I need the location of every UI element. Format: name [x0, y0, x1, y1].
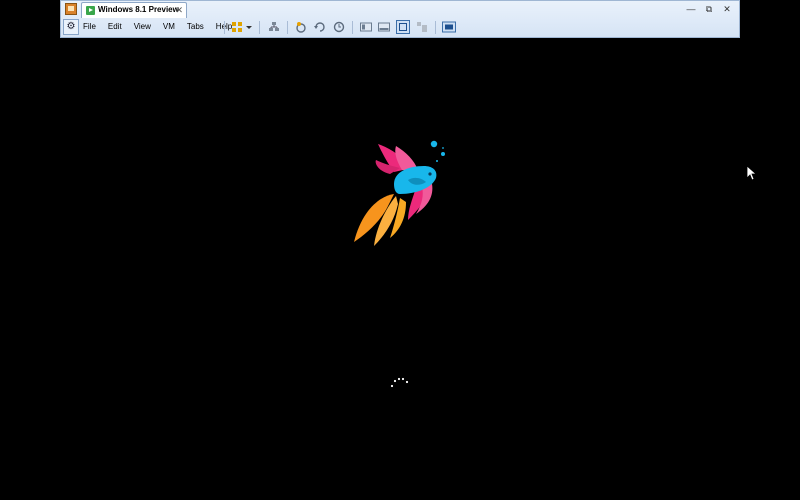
tab-close-button[interactable]: ✕ [175, 4, 183, 16]
toolbar-separator [224, 21, 225, 34]
menu-tabs[interactable]: Tabs [187, 22, 204, 31]
menu-file[interactable]: File [83, 22, 96, 31]
restore-button[interactable]: ⧉ [703, 3, 715, 15]
mouse-cursor-icon [746, 165, 758, 181]
toolbar-separator [435, 21, 436, 34]
menu-view[interactable]: View [134, 22, 151, 31]
menu-edit[interactable]: Edit [108, 22, 122, 31]
full-screen-icon[interactable] [396, 20, 410, 34]
revert-snapshot-icon[interactable] [314, 21, 326, 33]
menu-vm[interactable]: VM [163, 22, 175, 31]
thumbnail-view-icon[interactable] [378, 21, 390, 33]
vmware-window: Windows 8.1 Preview ✕ — ⧉ ✕ ⚙ File Edit … [60, 0, 740, 38]
tab-windows-81-preview[interactable]: Windows 8.1 Preview ✕ [81, 2, 187, 18]
window-controls: — ⧉ ✕ [685, 3, 733, 15]
toolbar: ⚙ File Edit View VM Tabs Help [61, 18, 739, 38]
unity-icon[interactable] [416, 21, 428, 33]
toolbar-separator [352, 21, 353, 34]
close-button[interactable]: ✕ [721, 3, 733, 15]
network-icon[interactable] [268, 21, 280, 33]
tab-label: Windows 8.1 Preview [98, 5, 179, 14]
title-bar: Windows 8.1 Preview ✕ — ⧉ ✕ [61, 1, 739, 18]
console-view-icon[interactable] [360, 21, 372, 33]
snapshot-icon[interactable] [295, 21, 307, 33]
minimize-button[interactable]: — [685, 3, 697, 15]
vmware-app-icon[interactable] [65, 3, 77, 15]
library-view-icon[interactable] [231, 21, 243, 33]
vm-running-icon [86, 6, 95, 15]
manage-snapshots-icon[interactable] [333, 21, 345, 33]
toolbar-separator [259, 21, 260, 34]
loading-spinner [390, 377, 409, 388]
menu-bar: File Edit View VM Tabs Help [83, 22, 244, 31]
dropdown-arrow-icon[interactable] [245, 21, 253, 33]
stretch-guest-icon[interactable] [442, 21, 456, 33]
toolbar-separator [287, 21, 288, 34]
betta-fish-logo [354, 140, 445, 246]
quick-switch-icon[interactable]: ⚙ [63, 19, 79, 35]
